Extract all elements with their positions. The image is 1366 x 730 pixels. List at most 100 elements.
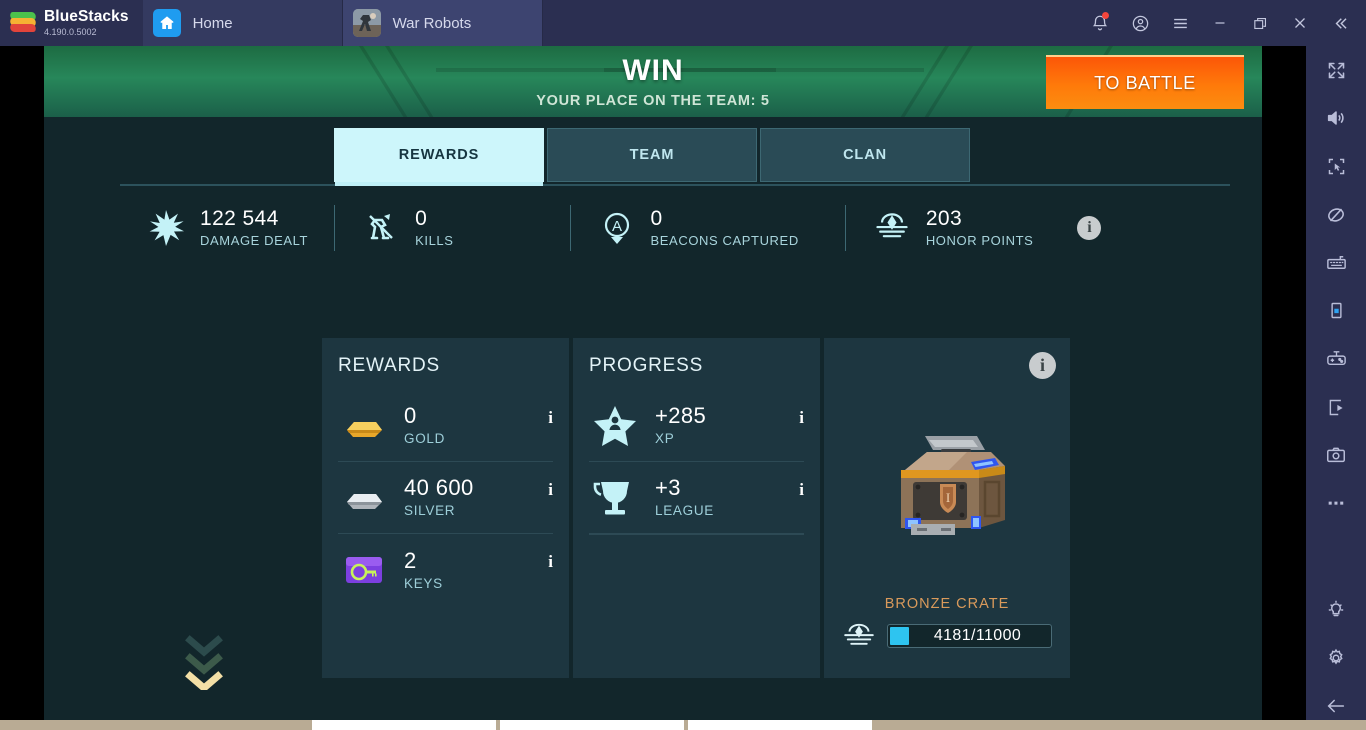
game-viewport: WIN YOUR PLACE ON THE TEAM: 5 TO BATTLE … [0, 46, 1306, 720]
keyboard-controls-icon[interactable] [1306, 239, 1366, 287]
taskbar-item[interactable] [500, 720, 684, 730]
titlebar-spacer [543, 0, 1080, 46]
fullscreen-icon[interactable] [1306, 46, 1366, 94]
tab-team[interactable]: TEAM [547, 128, 757, 182]
stat-kills: 0 KILLS [335, 196, 479, 260]
stat-damage-label: DAMAGE DEALT [200, 233, 309, 249]
stat-damage-value: 122 544 [200, 207, 279, 231]
battle-result-header: WIN YOUR PLACE ON THE TEAM: 5 TO BATTLE [44, 46, 1262, 117]
taskbar-item[interactable] [688, 720, 872, 730]
progress-league-value: +3 [655, 475, 681, 501]
crate-progress-label: 4181/11000 [933, 627, 1022, 644]
reward-row-silver: 40 600 SILVER i [338, 462, 553, 534]
honor-points-icon [872, 208, 912, 248]
reward-row-gold: 0 GOLD i [338, 390, 553, 462]
stat-honor-label: HONOR POINTS [925, 233, 1034, 249]
account-icon[interactable] [1120, 0, 1160, 46]
progress-xp-info-icon[interactable]: i [799, 408, 804, 428]
stat-beacons-captured: A 0 BEACONS CAPTURED [571, 196, 825, 260]
reward-gold-info-icon[interactable]: i [548, 408, 553, 428]
tabs-active-indicator [335, 182, 543, 186]
svg-text:A: A [612, 218, 622, 235]
screenshot-icon[interactable] [1306, 431, 1366, 479]
stat-beacons-label: BEACONS CAPTURED [650, 233, 799, 249]
no-ads-icon[interactable] [1306, 190, 1366, 238]
windows-taskbar [0, 720, 1366, 730]
volume-icon[interactable] [1306, 94, 1366, 142]
bronze-crate-icon: I [867, 408, 1027, 563]
notifications-icon[interactable] [1080, 0, 1120, 46]
beacon-icon: A [597, 208, 637, 248]
bluestacks-sidebar [1306, 46, 1366, 730]
taskbar-item[interactable] [312, 720, 496, 730]
reward-keys-info-icon[interactable]: i [548, 552, 553, 572]
stat-honor-value: 203 [925, 207, 963, 231]
progress-panel-title: PROGRESS [589, 355, 704, 376]
collapse-sidebar-button[interactable] [1320, 0, 1360, 46]
reward-gold-label: GOLD [404, 431, 446, 447]
crate-progress-bar: 4181/11000 [887, 624, 1052, 648]
gold-bar-icon [338, 403, 390, 449]
close-button[interactable] [1280, 0, 1320, 46]
bluestacks-tab-home[interactable]: Home [142, 0, 343, 46]
settings-icon[interactable] [1306, 634, 1366, 682]
to-battle-button[interactable]: TO BATTLE [1046, 55, 1244, 109]
taskbar-left-region [0, 720, 312, 730]
bluestacks-app-name: BlueStacks [44, 8, 129, 26]
reward-row-keys: 2 KEYS i [338, 534, 553, 606]
honor-points-icon [840, 621, 878, 651]
bluestacks-titlebar: BlueStacks 4.190.0.5002 Home War Robots [0, 0, 1366, 46]
damage-star-icon [146, 208, 186, 248]
progress-xp-label: XP [655, 431, 675, 447]
tab-rewards[interactable]: REWARDS [334, 128, 544, 182]
tips-icon[interactable] [1306, 586, 1366, 634]
progress-xp-value: +285 [655, 403, 707, 429]
progress-league-label: LEAGUE [655, 503, 714, 519]
multi-tap-icon[interactable] [1306, 142, 1366, 190]
reward-silver-info-icon[interactable]: i [548, 480, 553, 500]
bluestacks-tab-home-label: Home [192, 14, 233, 32]
reward-silver-value: 40 600 [404, 475, 474, 501]
rewards-panel: REWARDS 0 GOLD i 40 600 SILVER i 2 KEYS … [322, 338, 569, 678]
tab-clan[interactable]: CLAN [760, 128, 970, 182]
bluestacks-tab-war-robots-label: War Robots [392, 14, 472, 32]
results-tabs: REWARDS TEAM CLAN [334, 128, 970, 182]
bluestacks-tab-war-robots[interactable]: War Robots [342, 0, 543, 46]
notification-badge [1102, 12, 1109, 19]
bluestacks-brand: BlueStacks 4.190.0.5002 [0, 0, 143, 46]
progress-league-info-icon[interactable]: i [799, 480, 804, 500]
reward-keys-value: 2 [404, 547, 417, 573]
bluestacks-version: 4.190.0.5002 [44, 26, 97, 37]
reward-keys-label: KEYS [404, 575, 443, 591]
results-panels: REWARDS 0 GOLD i 40 600 SILVER i 2 KEYS … [322, 338, 1070, 678]
league-trophy-icon [589, 475, 641, 521]
xp-star-icon [589, 403, 641, 449]
crate-info-button[interactable]: i [1029, 352, 1056, 379]
rewards-panel-title: REWARDS [338, 355, 441, 376]
restore-button[interactable] [1240, 0, 1280, 46]
war-robots-battle-results-screen: WIN YOUR PLACE ON THE TEAM: 5 TO BATTLE … [44, 46, 1262, 720]
progress-row-xp: +285 XP i [589, 390, 804, 462]
home-icon [152, 9, 181, 37]
script-play-icon[interactable] [1306, 383, 1366, 431]
svg-text:I: I [946, 490, 950, 505]
stat-honor-points: 203 HONOR POINTS [846, 196, 1060, 260]
more-icon[interactable] [1306, 479, 1366, 527]
rotate-screen-icon[interactable] [1306, 287, 1366, 335]
taskbar-right-region [872, 720, 1366, 730]
bluestacks-logo-icon [9, 12, 37, 34]
menu-icon[interactable] [1160, 0, 1200, 46]
battle-stats-strip: 122 544 DAMAGE DEALT 0 KILLS A 0 BEACONS… [120, 196, 1230, 260]
reward-silver-label: SILVER [404, 503, 456, 519]
scroll-down-indicator[interactable] [180, 634, 228, 693]
crate-name: BRONZE CRATE [884, 596, 1010, 612]
minimize-button[interactable] [1200, 0, 1240, 46]
stats-info-button[interactable]: i [1077, 216, 1102, 240]
reward-gold-value: 0 [404, 403, 417, 429]
tabs-underline [120, 184, 1230, 186]
stat-damage-dealt: 122 544 DAMAGE DEALT [120, 196, 334, 260]
gamepad-icon[interactable] [1306, 335, 1366, 383]
progress-row-empty [589, 534, 804, 535]
silver-bar-icon [338, 475, 390, 521]
kills-icon [361, 208, 401, 248]
